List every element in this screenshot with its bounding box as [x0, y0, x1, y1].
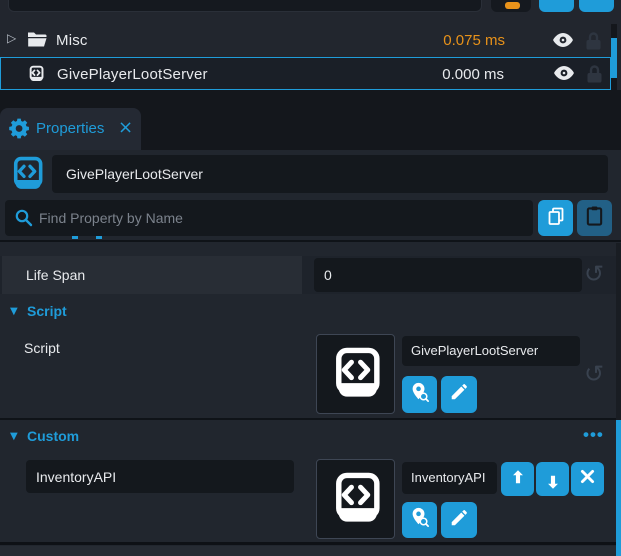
locate-asset-button[interactable] — [402, 376, 437, 413]
arrow-up-icon — [509, 468, 527, 491]
move-up-button[interactable] — [501, 462, 534, 496]
scrolled-text-sliver — [96, 236, 102, 239]
lock-icon[interactable] — [585, 31, 602, 55]
script-icon — [27, 65, 45, 88]
lock-icon[interactable] — [586, 64, 603, 88]
divider — [0, 542, 621, 545]
editor-screen: ▷ Misc 0.075 ms — [0, 0, 621, 556]
hierarchy-scrollbar-thumb[interactable] — [611, 38, 617, 78]
property-label: Life Span — [26, 256, 85, 294]
property-label-cell: Life Span — [2, 256, 302, 294]
custom-property-name-input[interactable] — [26, 460, 294, 493]
section-collapse-icon[interactable]: ▼ — [10, 432, 18, 442]
tab-title: Properties — [36, 108, 104, 150]
scrolled-text-sliver — [72, 236, 78, 239]
section-title-custom[interactable]: Custom — [27, 428, 79, 444]
toolbar-blue-button-1[interactable] — [539, 0, 574, 12]
hierarchy-row-giveplayerlootserver[interactable]: GivePlayerLootServer 0.000 ms — [0, 57, 611, 90]
visibility-eye-icon[interactable] — [552, 32, 574, 53]
expand-caret-icon[interactable]: ▷ — [7, 32, 16, 44]
pencil-icon — [449, 382, 469, 407]
copy-properties-button[interactable] — [538, 200, 573, 236]
arrow-down-icon — [544, 468, 562, 491]
folder-icon — [27, 31, 47, 53]
move-down-button[interactable] — [536, 462, 569, 496]
divider — [0, 418, 621, 420]
pencil-icon — [449, 508, 469, 533]
filter-icon — [505, 2, 520, 9]
toolbar-blue-button-2[interactable] — [579, 0, 614, 12]
performance-time: 0.075 ms — [443, 24, 505, 57]
paste-properties-button[interactable] — [577, 200, 612, 236]
map-pin-search-icon — [408, 381, 431, 409]
life-span-input[interactable] — [314, 258, 582, 292]
remove-property-button[interactable] — [571, 462, 604, 496]
object-name-input[interactable] — [52, 155, 608, 193]
hierarchy-item-label: Misc — [56, 24, 88, 57]
custom-asset-name[interactable]: InventoryAPI — [402, 462, 497, 494]
hierarchy-search-input[interactable] — [8, 0, 482, 12]
map-pin-search-icon — [408, 506, 431, 534]
locate-asset-button[interactable] — [402, 502, 437, 538]
hierarchy-panel: ▷ Misc 0.075 ms — [0, 0, 621, 90]
panel-bottom-strip — [0, 546, 621, 556]
close-x-icon — [579, 468, 596, 490]
clipboard-paste-icon — [585, 205, 604, 232]
tab-properties[interactable]: Properties × — [0, 108, 141, 150]
reset-icon[interactable]: ↺ — [584, 362, 604, 386]
divider — [0, 240, 621, 242]
performance-time: 0.000 ms — [442, 58, 504, 91]
properties-panel: Life Span ↺ ▼ Script Script GivePlayerLo… — [0, 150, 621, 556]
hierarchy-filter-button[interactable] — [491, 0, 531, 12]
search-icon — [14, 208, 33, 232]
settings-gear-icon — [9, 118, 30, 144]
edit-script-button[interactable] — [441, 376, 477, 413]
overflow-menu-icon[interactable]: ••• — [583, 426, 604, 443]
visibility-eye-icon[interactable] — [553, 65, 575, 86]
close-icon[interactable]: × — [118, 108, 133, 148]
section-title-script[interactable]: Script — [27, 303, 67, 319]
script-asset-thumbnail[interactable] — [316, 334, 395, 414]
property-search-input[interactable] — [5, 200, 533, 236]
custom-asset-thumbnail[interactable] — [316, 459, 395, 539]
copy-icon — [546, 206, 566, 231]
properties-scrollbar-thumb[interactable] — [616, 420, 621, 556]
script-asset-name[interactable]: GivePlayerLootServer — [402, 336, 580, 366]
reset-icon[interactable]: ↺ — [584, 262, 604, 286]
section-collapse-icon[interactable]: ▼ — [10, 307, 18, 317]
script-row-label: Script — [24, 340, 60, 356]
script-asset-icon — [8, 154, 46, 199]
hierarchy-item-label: GivePlayerLootServer — [57, 58, 208, 91]
hierarchy-row-misc[interactable]: ▷ Misc 0.075 ms — [0, 24, 611, 57]
edit-script-button[interactable] — [441, 502, 477, 538]
